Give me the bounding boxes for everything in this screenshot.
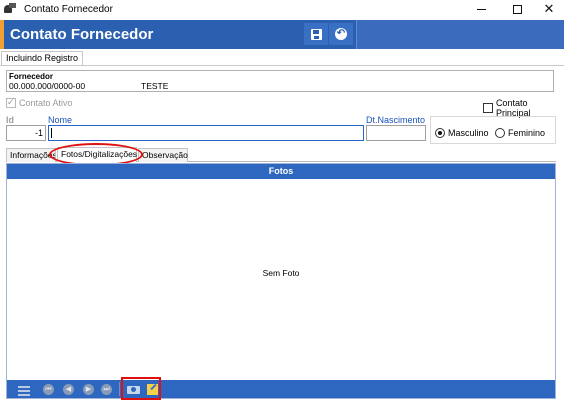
save-button[interactable]: [304, 23, 328, 45]
feminino-radio[interactable]: Feminino: [495, 128, 545, 138]
tab-observacao[interactable]: Observação: [138, 148, 188, 162]
next-button[interactable]: ▶: [82, 383, 95, 396]
settings-button[interactable]: [17, 383, 31, 396]
fornecedor-label: Fornecedor: [9, 72, 54, 81]
checkbox-icon[interactable]: [483, 103, 493, 113]
id-field: -1: [6, 125, 46, 141]
fotos-header: Fotos: [7, 164, 555, 179]
fotos-panel: Fotos Sem Foto ⏮ ◀ ▶ ⏭: [6, 163, 556, 399]
fornecedor-name: TESTE: [141, 81, 169, 91]
save-icon: [310, 28, 322, 40]
contato-ativo-label: Contato Ativo: [19, 98, 73, 108]
last-icon: ⏭: [101, 384, 112, 395]
first-button[interactable]: ⏮: [42, 383, 55, 396]
page-title: Contato Fornecedor: [10, 26, 154, 43]
nome-input[interactable]: [48, 125, 364, 141]
fornecedor-box: Fornecedor 00.000.000/0000-00 TESTE: [6, 70, 554, 92]
nascimento-input[interactable]: [366, 125, 426, 141]
back-button[interactable]: ↶: [329, 23, 353, 45]
banner-fill: [357, 20, 564, 49]
contato-ativo-checkbox: Contato Ativo: [6, 97, 73, 108]
masculino-radio[interactable]: Masculino: [435, 128, 489, 138]
close-button[interactable]: ✕: [534, 0, 564, 18]
status-divider: [0, 65, 564, 66]
close-icon: ✕: [543, 1, 555, 16]
contato-principal-label: Contato Principal: [495, 98, 531, 118]
maximize-button[interactable]: [502, 0, 532, 18]
header-banner: Contato Fornecedor ↶: [0, 20, 564, 49]
prev-icon: ◀: [63, 384, 74, 395]
radio-selected-icon: [435, 128, 445, 138]
sexo-group: Masculino Feminino: [430, 116, 556, 144]
id-label: Id: [6, 115, 14, 125]
back-icon: ↶: [335, 28, 347, 40]
feminino-label: Feminino: [508, 128, 546, 138]
text-caret: [51, 128, 52, 138]
check-icon: [6, 97, 16, 108]
masculino-label: Masculino: [448, 128, 489, 138]
radio-icon: [495, 128, 505, 138]
toolbar-divider: [119, 382, 120, 396]
fornecedor-cnpj: 00.000.000/0000-00: [9, 81, 86, 91]
contato-principal-checkbox[interactable]: Contato Principal: [483, 98, 564, 118]
first-icon: ⏮: [43, 384, 54, 395]
nascimento-label: Dt.Nascimento: [366, 115, 426, 125]
banner-accent: [0, 20, 4, 49]
nome-label: Nome: [48, 115, 73, 125]
highlight-rect: [121, 377, 161, 400]
next-icon: ▶: [83, 384, 94, 395]
window-title: Contato Fornecedor: [24, 3, 113, 15]
settings-icon: [18, 385, 30, 396]
app-icon: [4, 3, 18, 15]
status-tab: Incluindo Registro: [1, 51, 84, 65]
last-button[interactable]: ⏭: [100, 383, 113, 396]
empty-photo-text: Sem Foto: [262, 268, 300, 278]
minimize-button[interactable]: [466, 0, 496, 18]
fotos-toolbar: ⏮ ◀ ▶ ⏭: [7, 380, 555, 398]
prev-button[interactable]: ◀: [62, 383, 75, 396]
